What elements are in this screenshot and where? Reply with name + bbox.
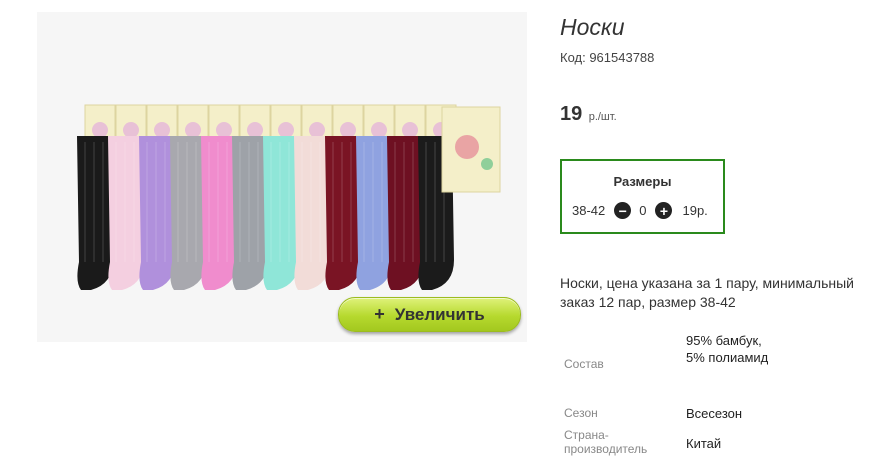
quantity-value[interactable]: 0: [639, 203, 646, 218]
product-description: Носки, цена указана за 1 пару, минимальн…: [560, 275, 854, 310]
property-value: Китай: [686, 436, 722, 451]
property-value: Всесезон: [686, 406, 743, 421]
product-price: 19 р./шт.: [560, 103, 617, 126]
socks-image: [37, 12, 527, 342]
size-row: 38-42 − 0 + 19р.: [572, 202, 708, 219]
product-code: Код: 961543788: [560, 50, 655, 65]
property-value: 95% бамбук, 5% полиамид: [686, 333, 769, 365]
product-photo[interactable]: + Увеличить: [37, 12, 527, 342]
label-graphic: [455, 135, 479, 159]
zoom-button[interactable]: + Увеличить: [338, 297, 521, 332]
property-label: Сезон: [564, 406, 598, 420]
sizes-title: Размеры: [613, 174, 672, 189]
size-price: 19р.: [682, 203, 708, 218]
price-value: 19: [560, 103, 583, 125]
minus-icon[interactable]: −: [614, 202, 632, 219]
plus-icon: +: [374, 304, 385, 324]
sizes-box: Размеры 38-42 − 0 + 19р.: [560, 159, 725, 234]
property-label: Страна-производитель: [564, 428, 648, 456]
price-unit: р./шт.: [588, 111, 617, 123]
zoom-button-label: Увеличить: [394, 304, 485, 324]
product-title: Носки: [560, 14, 625, 40]
plus-circle-icon[interactable]: +: [655, 202, 673, 219]
property-label: Состав: [564, 357, 604, 371]
size-label: 38-42: [572, 203, 606, 218]
label-graphic: [481, 158, 493, 170]
